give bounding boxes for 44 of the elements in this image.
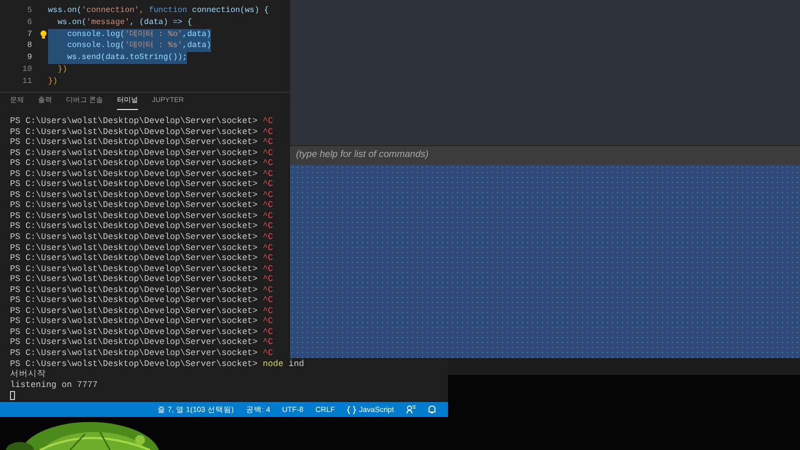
terminal-line: PS C:\Users\wolst\Desktop\Develop\Server\socket> ^C xyxy=(10,179,274,190)
terminal-line: PS C:\Users\wolst\Desktop\Develop\Server\socket> ^C xyxy=(10,316,274,327)
line-number: 6 xyxy=(26,16,33,29)
line-number: 7 xyxy=(26,28,33,40)
terminal-line: PS C:\Users\wolst\Desktop\Develop\Server\socket> ^C xyxy=(10,200,274,211)
terminal-line: PS C:\Users\wolst\Desktop\Develop\Server\socket> ^C xyxy=(10,242,274,254)
feedback-icon[interactable] xyxy=(406,405,416,414)
terminal-line: PS C:\Users\wolst\Desktop\Develop\Server\socket> ^C xyxy=(10,168,274,180)
code-line: }) xyxy=(56,64,68,76)
terminal-line: PS C:\Users\wolst\Desktop\Develop\Server\socket> ^C xyxy=(10,284,274,296)
terminal-line: PS C:\Users\wolst\Desktop\Develop\Server\socket> ^C xyxy=(10,348,274,359)
line-number: 8 xyxy=(26,40,33,52)
terminal-line: PS C:\Users\wolst\Desktop\Develop\Server\socket> ^C xyxy=(10,337,274,348)
terminal-line: PS C:\Users\wolst\Desktop\Develop\Server\socket> ^C xyxy=(10,326,274,338)
terminal-line: PS C:\Users\wolst\Desktop\Develop\Server\socket> ^C xyxy=(10,210,274,222)
command-input-text[interactable]: (type help for list of commands) xyxy=(296,148,794,163)
terminal-output: listening on 7777 xyxy=(10,380,98,390)
line-number: 10 xyxy=(21,64,33,76)
terminal-line: PS C:\Users\wolst\Desktop\Develop\Server\socket> ^C xyxy=(10,295,274,306)
terminal-line: PS C:\Users\wolst\Desktop\Develop\Server\socket> node ind xyxy=(10,358,304,370)
lightbulb-icon[interactable] xyxy=(40,30,46,39)
terminal-line: PS C:\Users\wolst\Desktop\Develop\Server\socket> ^C xyxy=(10,264,274,274)
terminal-line: PS C:\Users\wolst\Desktop\Develop\Server\socket> ^C xyxy=(10,274,274,285)
terminal-line: PS C:\Users\wolst\Desktop\Develop\Server\socket> ^C xyxy=(10,232,274,243)
terminal-line: PS C:\Users\wolst\Desktop\Develop\Server\socket> ^C xyxy=(10,126,274,138)
terminal-line: PS C:\Users\wolst\Desktop\Develop\Server\socket> ^C xyxy=(10,306,274,316)
line-number: 9 xyxy=(26,52,33,64)
terminal-line: PS C:\Users\wolst\Desktop\Develop\Server\socket> ^C xyxy=(10,148,274,158)
code-line: }) xyxy=(48,76,58,88)
terminal-output: 서버시작 xyxy=(10,369,46,380)
terminal-line: PS C:\Users\wolst\Desktop\Develop\Server\socket> ^C xyxy=(10,253,274,264)
bell-icon[interactable] xyxy=(428,405,436,414)
terminal-line: PS C:\Users\wolst\Desktop\Develop\Server\socket> ^C xyxy=(10,221,274,232)
terminal-line: PS C:\Users\wolst\Desktop\Develop\Server\socket> ^C xyxy=(10,137,274,148)
terminal-line: PS C:\Users\wolst\Desktop\Develop\Server\socket> ^C xyxy=(10,190,274,200)
terminal-line: PS C:\Users\wolst\Desktop\Develop\Server\socket> ^C xyxy=(10,158,274,169)
command-input[interactable]: (type help for list of commands) xyxy=(290,145,800,165)
terminal-line: PS C:\Users\wolst\Desktop\Develop\Server\socket> ^C xyxy=(10,116,274,127)
braces-icon xyxy=(346,406,356,414)
line-number: 11 xyxy=(21,76,33,88)
line-number: 5 xyxy=(26,5,33,17)
terminal-cursor xyxy=(10,390,15,400)
code-line: ws.on('message', (data) => { xyxy=(56,16,192,29)
code-line: wss.on('connection', function connection(ws) { xyxy=(48,5,269,17)
